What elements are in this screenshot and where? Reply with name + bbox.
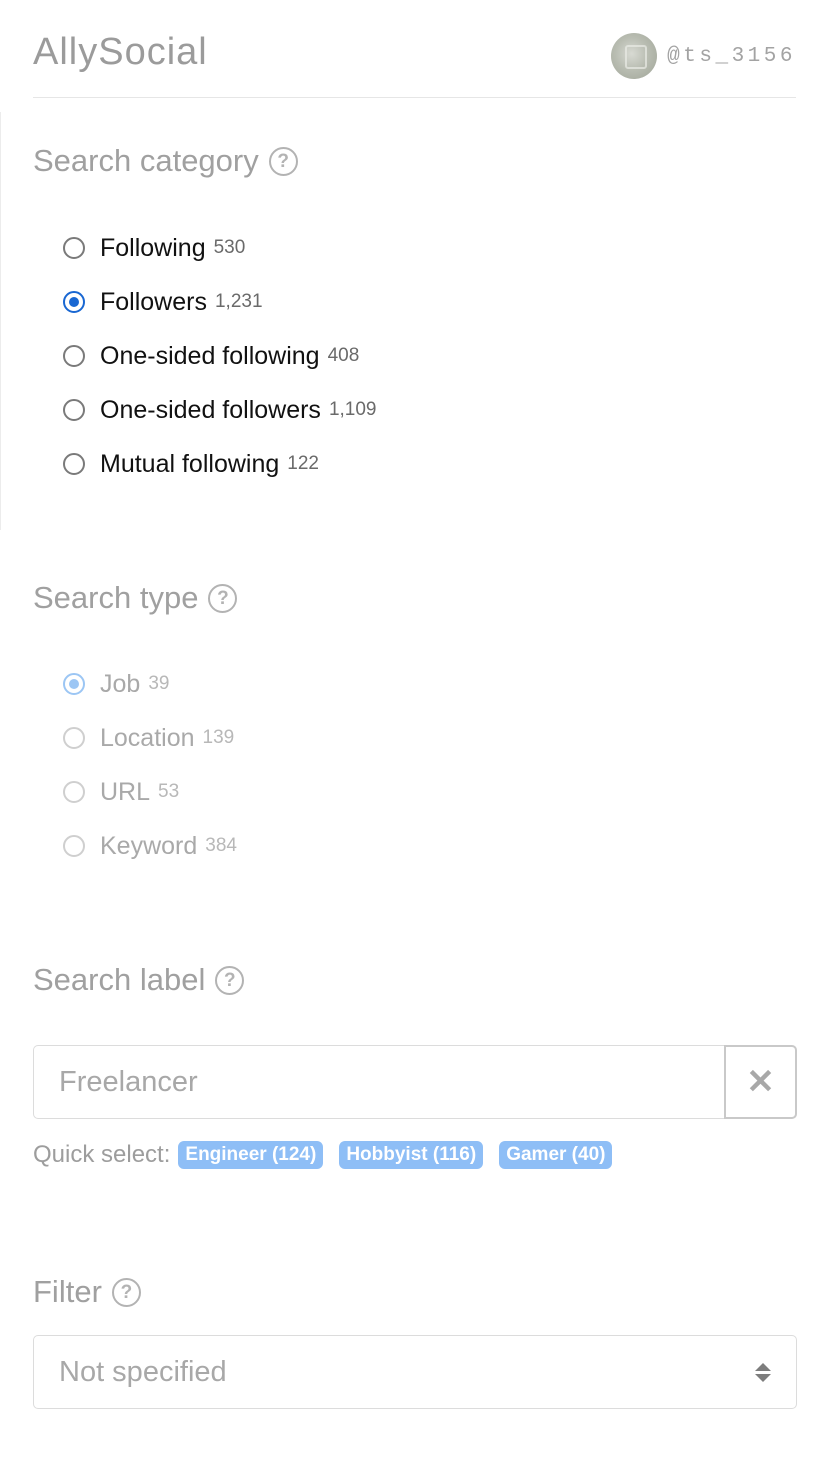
header: AllySocial @ts_3156	[33, 0, 796, 98]
radio-option-keyword: Keyword 384	[63, 826, 237, 866]
radio-button[interactable]	[63, 345, 85, 367]
user-menu[interactable]: @ts_3156	[611, 32, 796, 80]
search-type-heading: Search type	[33, 580, 199, 615]
radio-label: Following	[100, 233, 206, 262]
radio-button	[63, 727, 85, 749]
search-label-group: ✕	[33, 1045, 797, 1119]
clear-button[interactable]: ✕	[724, 1045, 797, 1119]
search-type-title: Search type ?	[33, 580, 238, 616]
radio-option-location: Location 139	[63, 718, 234, 758]
help-icon[interactable]: ?	[111, 1277, 141, 1307]
quick-select: Quick select: Engineer (124) Hobbyist (1…	[33, 1141, 628, 1169]
search-label-title: Search label ?	[33, 962, 245, 998]
filter-select[interactable]: Not specified	[33, 1335, 797, 1409]
radio-label: One-sided following	[100, 341, 320, 370]
radio-label: One-sided followers	[100, 395, 321, 424]
radio-label: URL	[100, 777, 151, 806]
help-icon[interactable]: ?	[268, 146, 298, 176]
radio-label: Location	[100, 723, 195, 752]
search-label-input[interactable]	[33, 1045, 724, 1119]
radio-button[interactable]	[63, 237, 85, 259]
radio-count: 139	[202, 727, 235, 748]
quick-select-chip-hobbyist[interactable]: Hobbyist (116)	[339, 1141, 484, 1169]
radio-button[interactable]	[63, 453, 85, 475]
radio-option-one-sided-followers[interactable]: One-sided followers 1,109	[63, 390, 376, 430]
radio-count: 384	[205, 835, 237, 856]
left-divider	[0, 112, 1, 530]
radio-count: 53	[158, 781, 180, 802]
search-label-heading: Search label	[33, 962, 206, 997]
select-arrows-icon	[755, 1362, 771, 1382]
username[interactable]: @ts_3156	[667, 45, 796, 68]
quick-select-label: Quick select:	[33, 1141, 171, 1168]
radio-count: 408	[327, 345, 360, 366]
filter-select-value: Not specified	[59, 1355, 227, 1388]
radio-option-following[interactable]: Following 530	[63, 228, 245, 268]
radio-option-one-sided-following[interactable]: One-sided following 408	[63, 336, 359, 376]
radio-option-followers[interactable]: Followers 1,231	[63, 282, 263, 322]
filter-title: Filter ?	[33, 1274, 141, 1310]
radio-button[interactable]	[63, 291, 85, 313]
help-icon[interactable]: ?	[215, 965, 245, 995]
radio-button	[63, 673, 85, 695]
radio-option-url: URL 53	[63, 772, 179, 812]
radio-label: Job	[100, 669, 141, 698]
radio-count: 39	[148, 673, 170, 694]
avatar[interactable]	[611, 33, 658, 79]
search-category-title: Search category ?	[33, 143, 298, 179]
radio-button[interactable]	[63, 399, 85, 421]
radio-label: Followers	[100, 287, 207, 316]
radio-count: 1,231	[214, 291, 263, 312]
quick-select-chip-engineer[interactable]: Engineer (124)	[178, 1141, 324, 1169]
radio-option-mutual-following[interactable]: Mutual following 122	[63, 444, 319, 484]
radio-count: 1,109	[328, 399, 377, 420]
close-icon: ✕	[746, 1063, 775, 1101]
search-category-heading: Search category	[33, 143, 259, 178]
radio-count: 530	[213, 237, 246, 258]
radio-button	[63, 835, 85, 857]
radio-label: Keyword	[100, 831, 198, 860]
app-title[interactable]: AllySocial	[33, 31, 208, 74]
radio-label: Mutual following	[100, 449, 280, 478]
quick-select-chip-gamer[interactable]: Gamer (40)	[499, 1141, 613, 1169]
filter-heading: Filter	[33, 1274, 102, 1309]
radio-button	[63, 781, 85, 803]
help-icon[interactable]: ?	[208, 583, 238, 613]
radio-option-job: Job 39	[63, 664, 169, 704]
radio-count: 122	[287, 453, 319, 474]
